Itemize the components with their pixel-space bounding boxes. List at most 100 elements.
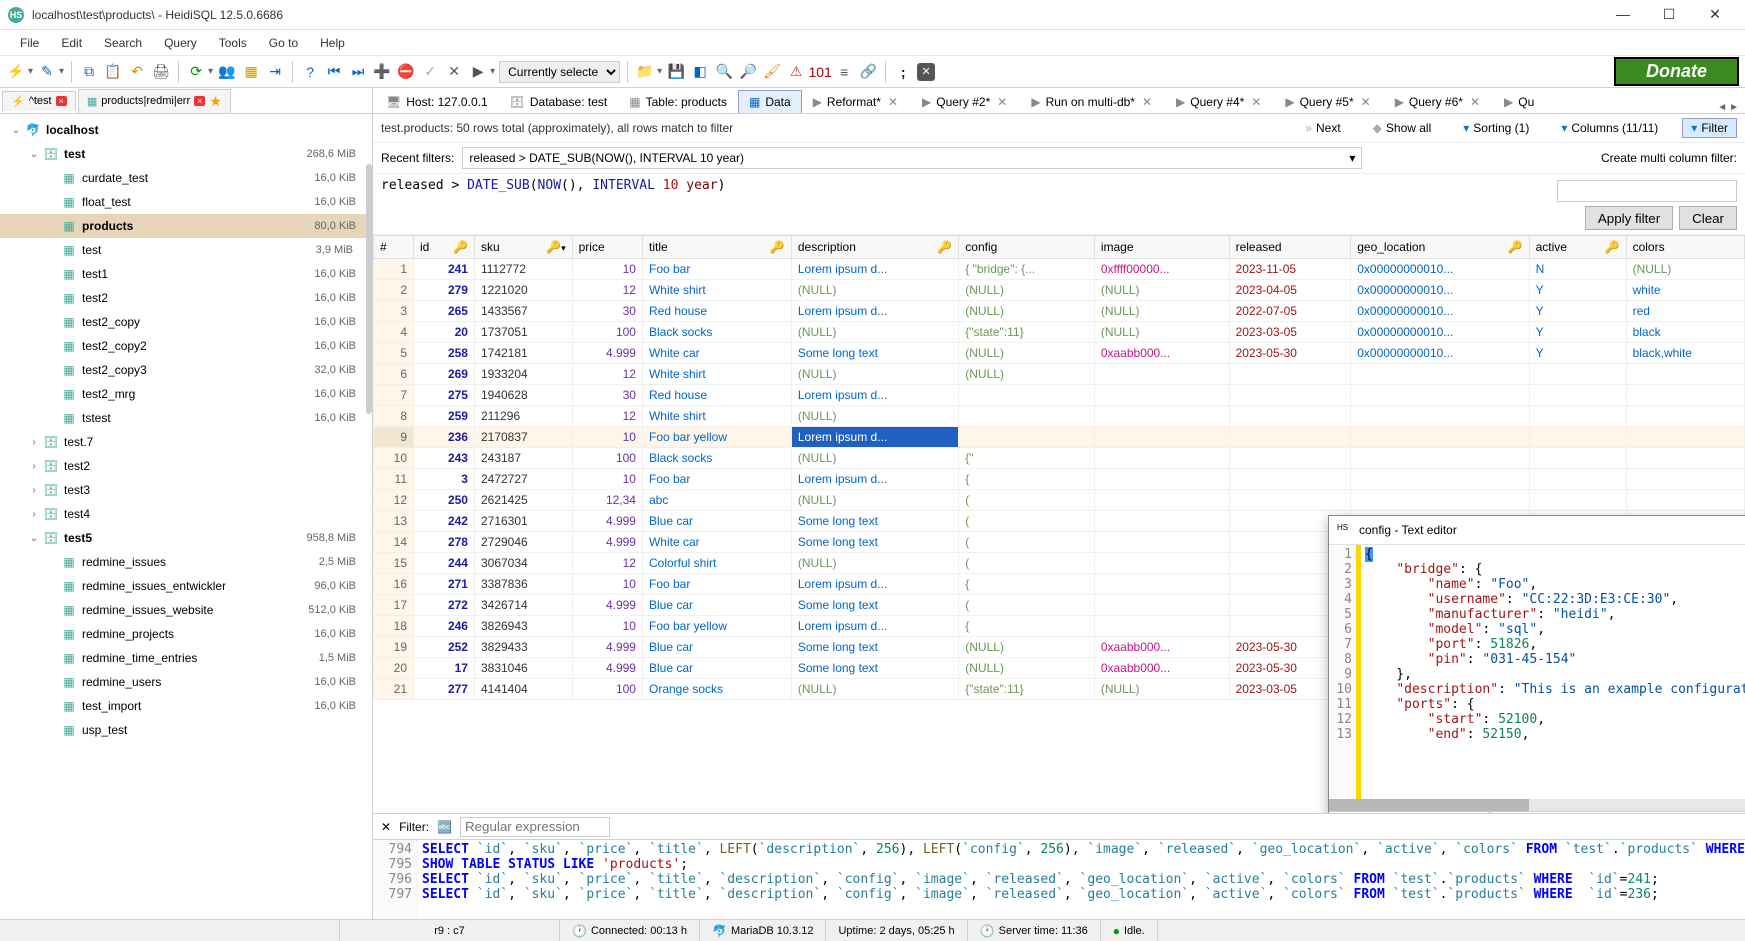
tree-table-usp_test[interactable]: ▦usp_test xyxy=(0,718,372,742)
table-row[interactable]: 5 258 1742181 4.999 White car Some long … xyxy=(374,343,1745,364)
col-config[interactable]: config xyxy=(959,236,1095,259)
paste-icon[interactable]: 📋 xyxy=(103,62,123,82)
filter-button[interactable]: ▾ Filter xyxy=(1682,118,1737,138)
tree-table-test1[interactable]: ▦test116,0 KiB xyxy=(0,262,372,286)
table-row[interactable]: 10 243 243187 100 Black socks (NULL) {" xyxy=(374,448,1745,469)
tab-scroll-right[interactable]: ► xyxy=(1729,102,1739,113)
maximize-button[interactable]: ☐ xyxy=(1655,6,1683,23)
close-tab-icon[interactable]: ✕ xyxy=(1468,95,1482,109)
close-tab-icon[interactable]: ✕ xyxy=(886,95,900,109)
replace-icon[interactable]: 🔎 xyxy=(738,62,758,82)
col-sku[interactable]: sku🔑▾ xyxy=(474,236,572,259)
prev-icon[interactable]: ⏮ xyxy=(324,62,344,82)
columns-button[interactable]: ▾ Columns (11/11) xyxy=(1553,119,1666,137)
close-icon[interactable]: × xyxy=(56,96,67,106)
close-tab-icon[interactable]: ✕ xyxy=(1359,95,1373,109)
snippet-icon[interactable]: ◧ xyxy=(690,62,710,82)
h-scrollbar[interactable] xyxy=(1329,799,1745,811)
table-row[interactable]: 9 236 2170837 10 Foo bar yellow Lorem ip… xyxy=(374,427,1745,448)
find-icon[interactable]: 🔍 xyxy=(714,62,734,82)
tree-server[interactable]: ⌄🐬localhost xyxy=(0,118,372,142)
tree-table-test2_copy2[interactable]: ▦test2_copy216,0 KiB xyxy=(0,334,372,358)
undo-icon[interactable]: ↶ xyxy=(127,62,147,82)
show-all-button[interactable]: ◆ Show all xyxy=(1365,119,1440,137)
col-image[interactable]: image xyxy=(1094,236,1229,259)
tree-table-test2_copy[interactable]: ▦test2_copy16,0 KiB xyxy=(0,310,372,334)
tab-scroll-left[interactable]: ◄ xyxy=(1717,102,1727,113)
add-icon[interactable]: ➕ xyxy=(372,62,392,82)
menu-help[interactable]: Help xyxy=(310,32,355,54)
tree-table-redmine_projects[interactable]: ▦redmine_projects16,0 KiB xyxy=(0,622,372,646)
new-icon[interactable]: ✎ xyxy=(37,62,57,82)
multi-column-input[interactable] xyxy=(1557,180,1737,202)
cancel-icon[interactable]: ✕ xyxy=(444,62,464,82)
close-button[interactable]: ✕ xyxy=(1701,6,1729,23)
tab-reformat-[interactable]: ▶Reformat*✕ xyxy=(802,90,911,113)
recent-filters-dropdown[interactable]: released > DATE_SUB(NOW(), INTERVAL 10 y… xyxy=(462,147,1362,169)
tree-table-redmine_users[interactable]: ▦redmine_users16,0 KiB xyxy=(0,670,372,694)
reformat-icon[interactable]: 🖌 xyxy=(762,62,782,82)
tree-db-test2[interactable]: ›🗄test2 xyxy=(0,454,372,478)
print-icon[interactable]: 🖨 xyxy=(151,62,171,82)
linked-icon[interactable]: 🔗 xyxy=(858,62,878,82)
menu-go-to[interactable]: Go to xyxy=(259,32,308,54)
clear-filter-button[interactable]: Clear xyxy=(1679,206,1737,230)
user-manager-icon[interactable]: 👥 xyxy=(217,62,237,82)
table-row[interactable]: 6 269 1933204 12 White shirt (NULL) (NUL… xyxy=(374,364,1745,385)
tree-db-test3[interactable]: ›🗄test3 xyxy=(0,478,372,502)
folder-icon[interactable]: 📁 xyxy=(635,62,655,82)
tree-table-tstest[interactable]: ▦tstest16,0 KiB xyxy=(0,406,372,430)
col-title[interactable]: title🔑 xyxy=(642,236,791,259)
help-icon[interactable]: ? xyxy=(300,62,320,82)
tree-db-test5[interactable]: ⌄🗄test5958,8 MiB xyxy=(0,526,372,550)
tab-run-on-multi-db-[interactable]: ▶Run on multi-db*✕ xyxy=(1020,90,1165,113)
col-id[interactable]: id🔑 xyxy=(414,236,475,259)
semicolon-icon[interactable]: ; xyxy=(893,62,913,82)
tab-query-2-[interactable]: ▶Query #2*✕ xyxy=(911,90,1020,113)
next-button[interactable]: » Next xyxy=(1297,119,1348,137)
tree-db-test4[interactable]: ›🗄test4 xyxy=(0,502,372,526)
text-editor-popup[interactable]: HS config - Text editor — ☐ ✕ 1234567891… xyxy=(1328,515,1745,813)
close-tab-icon[interactable]: ✕ xyxy=(1249,95,1263,109)
text-editor-titlebar[interactable]: HS config - Text editor — ☐ ✕ xyxy=(1329,516,1745,544)
tree-table-test_import[interactable]: ▦test_import16,0 KiB xyxy=(0,694,372,718)
filter-expression-text[interactable]: released > DATE_SUB(NOW(), INTERVAL 10 y… xyxy=(381,178,1545,193)
apply-filter-button[interactable]: Apply filter xyxy=(1585,206,1673,230)
copy-icon[interactable]: ⧉ xyxy=(79,62,99,82)
tree-table-redmine_time_entries[interactable]: ▦redmine_time_entries1,5 MiB xyxy=(0,646,372,670)
col-released[interactable]: released xyxy=(1229,236,1351,259)
delete-icon[interactable]: ⛔ xyxy=(396,62,416,82)
next-icon[interactable]: ⏭ xyxy=(348,62,368,82)
warn-icon[interactable]: ⚠ xyxy=(786,62,806,82)
data-grid-wrap[interactable]: #id🔑sku🔑▾pricetitle🔑description🔑configim… xyxy=(373,235,1745,813)
tree-table-redmine_issues_entwickler[interactable]: ▦redmine_issues_entwickler96,0 KiB xyxy=(0,574,372,598)
donate-button[interactable]: Donate xyxy=(1614,57,1739,86)
tree-table-test2[interactable]: ▦test216,0 KiB xyxy=(0,286,372,310)
sql-log[interactable]: 794795796797 SELECT `id`, `sku`, `price`… xyxy=(373,839,1745,919)
col-geo_location[interactable]: geo_location🔑 xyxy=(1351,236,1529,259)
tree-table-test2_mrg[interactable]: ▦test2_mrg16,0 KiB xyxy=(0,382,372,406)
close-tab-icon[interactable]: ✕ xyxy=(1140,95,1154,109)
tab-data[interactable]: ▦Data xyxy=(738,90,802,113)
commit-icon[interactable]: ✓ xyxy=(420,62,440,82)
table-row[interactable]: 2 279 1221020 12 White shirt (NULL) (NUL… xyxy=(374,280,1745,301)
zoom-in-icon[interactable]: 🔍+ xyxy=(1483,812,1503,814)
menu-query[interactable]: Query xyxy=(154,32,207,54)
table-row[interactable]: 3 265 1433567 30 Red house Lorem ipsum d… xyxy=(374,301,1745,322)
col-colors[interactable]: colors xyxy=(1626,236,1744,259)
close-filter-icon[interactable]: ✕ xyxy=(381,820,391,834)
tree-table-curdate_test[interactable]: ▦curdate_test16,0 KiB xyxy=(0,166,372,190)
binary-icon[interactable]: 101 xyxy=(810,62,830,82)
sorting-button[interactable]: ▾ Sorting (1) xyxy=(1455,119,1537,137)
table-row[interactable]: 4 20 1737051 100 Black socks (NULL) {"st… xyxy=(374,322,1745,343)
tab-query-6-[interactable]: ▶Query #6*✕ xyxy=(1384,90,1493,113)
table-row[interactable]: 7 275 1940628 30 Red house Lorem ipsum d… xyxy=(374,385,1745,406)
connect-icon[interactable]: ⚡ xyxy=(6,62,26,82)
table-tools-icon[interactable]: ▦ xyxy=(241,62,261,82)
tab-query-5-[interactable]: ▶Query #5*✕ xyxy=(1274,90,1383,113)
close-icon[interactable]: × xyxy=(194,96,205,106)
table-row[interactable]: 8 259 211296 12 White shirt (NULL) xyxy=(374,406,1745,427)
tab-qu[interactable]: ▶Qu xyxy=(1493,90,1545,113)
regex-filter-input[interactable] xyxy=(460,817,610,837)
tree-db-test[interactable]: ⌄🗄test268,6 MiB xyxy=(0,142,372,166)
